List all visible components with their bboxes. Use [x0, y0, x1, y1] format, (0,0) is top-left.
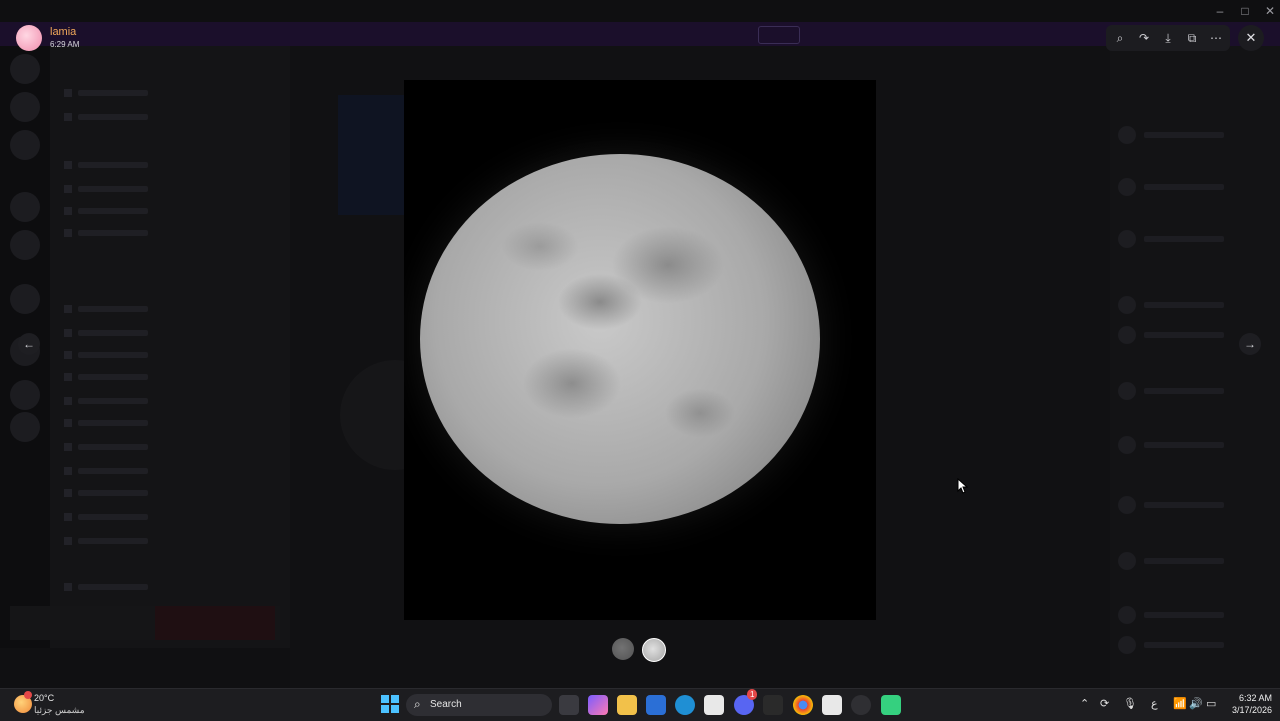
previous-arrow-icon[interactable]: ← [18, 333, 40, 355]
channel-item [64, 484, 204, 497]
server-icon [10, 230, 40, 260]
keyboard-language[interactable]: ع [1151, 697, 1158, 710]
member-item [1118, 296, 1268, 316]
viewer-toolbar: ⌕ ↷ ⤓ ⧉ ⋯ [1106, 25, 1230, 51]
download-icon[interactable]: ⤓ [1156, 25, 1180, 51]
game-activity-card [10, 606, 280, 640]
member-item [1118, 178, 1268, 198]
member-item [1118, 126, 1268, 146]
member-item [1118, 606, 1268, 626]
server-icon [10, 130, 40, 160]
file-explorer-icon[interactable] [617, 695, 637, 715]
server-icon [10, 54, 40, 84]
volume-icon[interactable]: 🔊 [1189, 697, 1203, 710]
maximize-icon[interactable]: □ [1235, 2, 1255, 20]
viewer-header: lamia 6:29 AM ⌕ ↷ ⤓ ⧉ ⋯ ✕ [0, 22, 1280, 54]
channel-item [64, 368, 204, 381]
microsoft-store-icon[interactable] [646, 695, 666, 715]
channel-item [64, 462, 204, 475]
channel-item [64, 108, 204, 121]
microphone-icon[interactable]: 🎙 [1123, 697, 1137, 710]
channel-item [64, 578, 204, 591]
member-item [1118, 382, 1268, 402]
channel-item [64, 346, 204, 359]
search-label: Search [430, 699, 462, 710]
app-icon[interactable] [881, 695, 901, 715]
sync-icon[interactable]: ⟳ [1100, 697, 1109, 710]
thumbnail-item[interactable] [612, 638, 634, 660]
snipping-tool-icon[interactable] [704, 695, 724, 715]
battery-icon[interactable]: ▭ [1206, 697, 1216, 710]
app-icon[interactable] [763, 695, 783, 715]
uploader-avatar[interactable] [16, 25, 42, 51]
channel-item [64, 180, 204, 193]
weather-condition[interactable]: مشمس جزئيا [34, 705, 85, 716]
member-item [1118, 636, 1268, 656]
channel-item [64, 300, 204, 313]
app-icon[interactable] [851, 695, 871, 715]
channel-item [64, 324, 204, 337]
discord-badge: 1 [747, 689, 758, 700]
next-arrow-icon[interactable]: → [1239, 333, 1261, 355]
minimize-icon[interactable]: – [1210, 2, 1230, 20]
window-titlebar: – □ ✕ [0, 0, 1280, 22]
member-list [1110, 46, 1280, 688]
close-icon[interactable]: ✕ [1238, 25, 1264, 51]
edge-browser-icon[interactable] [675, 695, 695, 715]
chevron-up-icon[interactable]: ⌃ [1080, 697, 1089, 710]
clock-time[interactable]: 6:32 AM [1228, 693, 1272, 703]
zoom-in-icon[interactable]: ⌕ [1108, 25, 1132, 51]
channel-item [64, 202, 204, 215]
server-icon [10, 380, 40, 410]
channel-item [64, 532, 204, 545]
channel-item [64, 508, 204, 521]
forward-icon[interactable]: ↷ [1132, 25, 1156, 51]
member-item [1118, 496, 1268, 516]
member-item [1118, 230, 1268, 250]
open-external-icon[interactable]: ⧉ [1180, 25, 1204, 51]
chat-image-preview [338, 95, 404, 215]
search-icon: ⌕ [414, 697, 421, 711]
discord-icon[interactable]: 1 [734, 689, 758, 715]
user-panel [0, 648, 290, 688]
server-icon [10, 92, 40, 122]
wifi-icon[interactable]: 📶 [1173, 697, 1187, 710]
moon-photo [404, 80, 876, 620]
channel-item [64, 392, 204, 405]
member-item [1118, 552, 1268, 572]
thumbnail-strip [612, 638, 668, 662]
windows-start-icon[interactable] [380, 695, 400, 715]
notepad-icon[interactable] [822, 695, 842, 715]
taskbar: 20°C مشمس جزئيا ⌕ Search 1 ⌃ ⟳ 🎙 ع 📶 🔊 ▭… [0, 688, 1280, 721]
server-rail [0, 46, 50, 688]
thumbnail-item-selected[interactable] [642, 638, 666, 662]
mouse-cursor-icon [957, 478, 969, 494]
taskbar-search[interactable]: ⌕ Search [406, 694, 552, 716]
channel-item [64, 84, 204, 97]
chrome-icon[interactable] [793, 695, 813, 715]
channel-item [64, 156, 204, 169]
game-activity-banner [155, 606, 275, 640]
server-icon [10, 284, 40, 314]
channel-item [64, 438, 204, 451]
window-close-icon[interactable]: ✕ [1260, 2, 1280, 20]
server-icon [10, 412, 40, 442]
server-icon [10, 192, 40, 222]
channel-item [64, 224, 204, 237]
moon [420, 154, 820, 524]
channel-list [50, 46, 290, 688]
uploader-name[interactable]: lamia [50, 26, 76, 38]
notification-badge [24, 691, 32, 699]
clock-date[interactable]: 3/17/2026 [1222, 705, 1272, 715]
channel-item [64, 414, 204, 427]
task-view-icon[interactable] [559, 695, 579, 715]
member-item [1118, 436, 1268, 456]
upload-timestamp: 6:29 AM [50, 40, 80, 49]
copilot-icon[interactable] [588, 695, 608, 715]
weather-temperature[interactable]: 20°C [34, 693, 54, 703]
more-icon[interactable]: ⋯ [1204, 25, 1228, 51]
